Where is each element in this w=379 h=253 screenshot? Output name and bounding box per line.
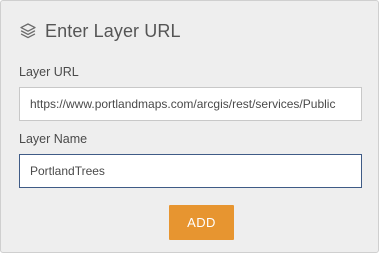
layer-name-label: Layer Name bbox=[19, 132, 88, 146]
add-button[interactable]: ADD bbox=[169, 205, 234, 240]
panel-title: Enter Layer URL bbox=[45, 20, 181, 41]
layer-url-input[interactable] bbox=[19, 87, 362, 121]
layers-icon bbox=[19, 22, 37, 40]
layer-name-input[interactable] bbox=[19, 154, 362, 188]
layer-url-label: Layer URL bbox=[19, 65, 79, 79]
enter-layer-url-panel: Enter Layer URL Layer URL Layer Name ADD bbox=[0, 0, 379, 253]
panel-header: Enter Layer URL bbox=[19, 19, 181, 43]
